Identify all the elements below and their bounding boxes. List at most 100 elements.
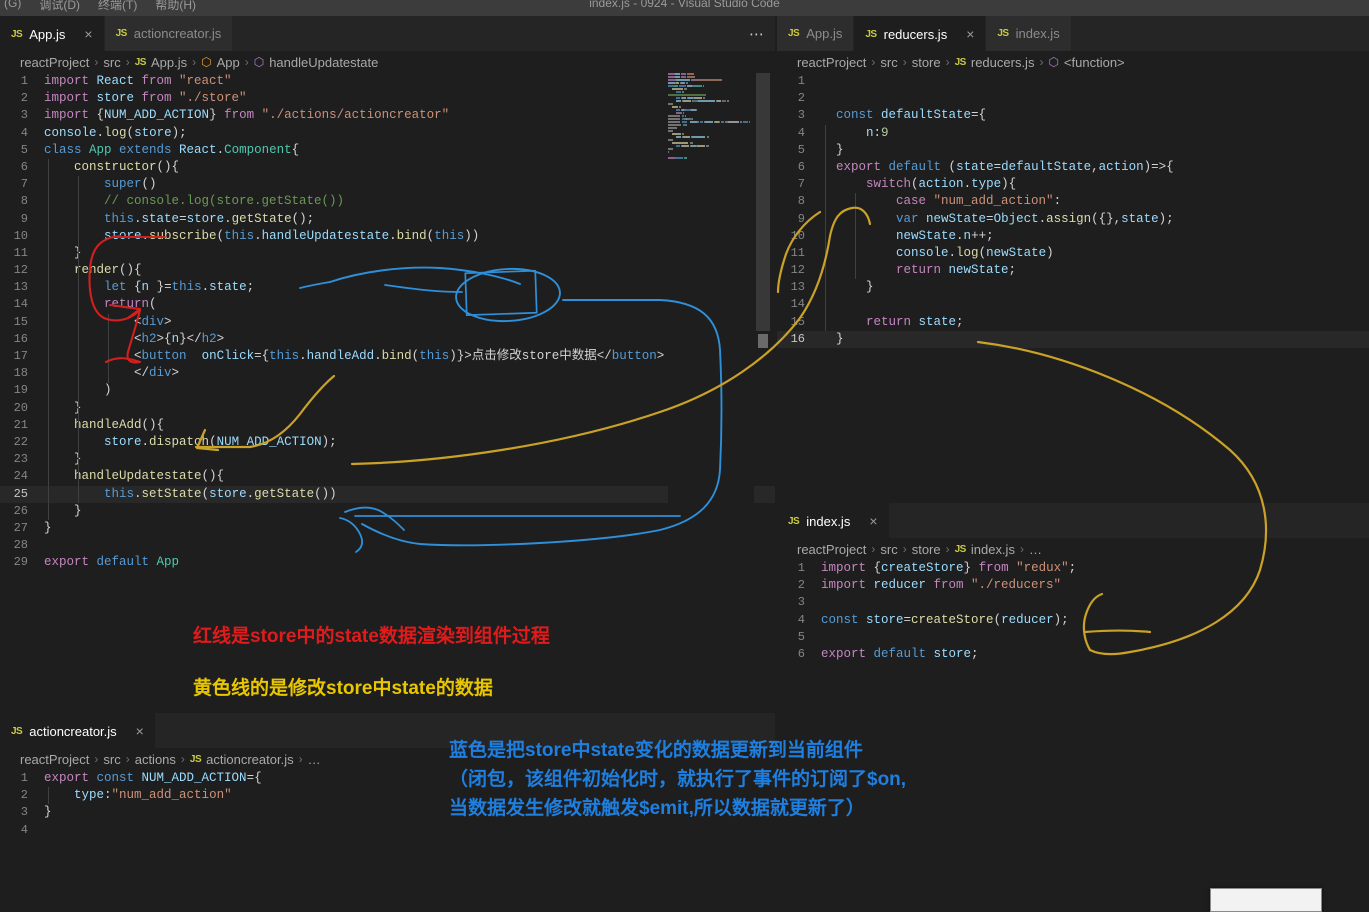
code-line[interactable]: 9 this.state=store.getState(); bbox=[0, 211, 775, 228]
code-line[interactable]: 4 bbox=[0, 822, 775, 839]
code-line[interactable]: 16 } bbox=[777, 331, 1369, 348]
code-line[interactable]: 8 // console.log(store.getState()) bbox=[0, 193, 775, 210]
code-editor-right-bottom[interactable]: 1import {createStore} from "redux";2impo… bbox=[777, 560, 1369, 905]
breadcrumb-item[interactable]: App.js bbox=[151, 55, 187, 70]
breadcrumb-item[interactable]: reactProject bbox=[20, 55, 89, 70]
code-line[interactable]: 27} bbox=[0, 520, 775, 537]
tab-actioncreator-js[interactable]: JSactioncreator.js× bbox=[0, 713, 156, 748]
breadcrumb-item[interactable]: actions bbox=[135, 752, 176, 767]
breadcrumb-right-top[interactable]: reactProject›src›store›JSreducers.js›⬡<f… bbox=[777, 51, 1369, 73]
code-line[interactable]: 11 console.log(newState) bbox=[777, 245, 1369, 262]
tab-App-js[interactable]: JSApp.js bbox=[777, 16, 854, 51]
code-editor-right-top[interactable]: 123 const defaultState={4 n:95 }6 export… bbox=[777, 73, 1369, 500]
breadcrumb-item[interactable]: reactProject bbox=[797, 542, 866, 557]
minimap-line bbox=[668, 145, 754, 147]
code-line[interactable]: 4 n:9 bbox=[777, 125, 1369, 142]
code-line[interactable]: 22 store.dispatch(NUM_ADD_ACTION); bbox=[0, 434, 775, 451]
breadcrumb-item[interactable]: reducers.js bbox=[971, 55, 1035, 70]
scrollbar-left-vertical[interactable] bbox=[756, 73, 770, 331]
close-icon[interactable]: × bbox=[966, 27, 974, 41]
breadcrumb-item[interactable]: <function> bbox=[1064, 55, 1125, 70]
breadcrumb-item[interactable]: src bbox=[103, 752, 120, 767]
code-line[interactable]: 2 bbox=[777, 90, 1369, 107]
code-line[interactable]: 14 return( bbox=[0, 296, 775, 313]
code-line[interactable]: 19 ) bbox=[0, 382, 775, 399]
code-line[interactable]: 18 </div> bbox=[0, 365, 775, 382]
close-icon[interactable]: × bbox=[84, 27, 92, 41]
code-line[interactable]: 21 handleAdd(){ bbox=[0, 417, 775, 434]
code-line[interactable]: 1import {createStore} from "redux"; bbox=[777, 560, 1369, 577]
breadcrumb-item[interactable]: store bbox=[912, 542, 941, 557]
code-line[interactable]: 3 const defaultState={ bbox=[777, 107, 1369, 124]
breadcrumb-item[interactable]: handleUpdatestate bbox=[269, 55, 378, 70]
minimap-left[interactable] bbox=[668, 73, 754, 653]
breadcrumb-item[interactable]: … bbox=[1029, 542, 1042, 557]
code-line[interactable]: 5 bbox=[777, 629, 1369, 646]
code-line[interactable]: 17 <button onClick={this.handleAdd.bind(… bbox=[0, 348, 775, 365]
code-line[interactable]: 13 } bbox=[777, 279, 1369, 296]
breadcrumb-item[interactable]: … bbox=[308, 752, 321, 767]
breadcrumb-item[interactable]: reactProject bbox=[20, 752, 89, 767]
code-line[interactable]: 10 store.subscribe(this.handleUpdatestat… bbox=[0, 228, 775, 245]
code-line[interactable]: 15 <div> bbox=[0, 314, 775, 331]
breadcrumb-left[interactable]: reactProject›src›JSApp.js›⬡App›⬡handleUp… bbox=[0, 51, 775, 73]
code-line[interactable]: 7 super() bbox=[0, 176, 775, 193]
code-line[interactable]: 3 bbox=[777, 594, 1369, 611]
tab-reducers-js[interactable]: JSreducers.js× bbox=[854, 16, 986, 51]
code-line[interactable]: 13 let {n }=this.state; bbox=[0, 279, 775, 296]
code-line[interactable]: 4const store=createStore(reducer); bbox=[777, 612, 1369, 629]
code-line[interactable]: 9 var newState=Object.assign({},state); bbox=[777, 211, 1369, 228]
code-line[interactable]: 15 return state; bbox=[777, 314, 1369, 331]
code-line[interactable]: 4console.log(store); bbox=[0, 125, 775, 142]
breadcrumb-item[interactable]: src bbox=[880, 542, 897, 557]
code-line[interactable]: 5 } bbox=[777, 142, 1369, 159]
code-line[interactable]: 24 handleUpdatestate(){ bbox=[0, 468, 775, 485]
tab-bar-right-bottom[interactable]: JSindex.js× bbox=[777, 503, 1369, 538]
code-line[interactable]: 1import React from "react" bbox=[0, 73, 775, 90]
tab-index-js[interactable]: JSindex.js bbox=[986, 16, 1071, 51]
tab-bar-right-top[interactable]: JSApp.jsJSreducers.js×JSindex.js bbox=[777, 16, 1369, 51]
code-line[interactable]: 12 render(){ bbox=[0, 262, 775, 279]
code-line[interactable]: 3import {NUM_ADD_ACTION} from "./actions… bbox=[0, 107, 775, 124]
notification-popup[interactable] bbox=[1210, 888, 1322, 912]
breadcrumb-right-bottom[interactable]: reactProject›src›store›JSindex.js›… bbox=[777, 538, 1369, 560]
code-token: )) bbox=[464, 229, 479, 243]
scrollbar-left-decoration[interactable] bbox=[758, 334, 768, 348]
code-line[interactable]: 12 return newState; bbox=[777, 262, 1369, 279]
tab-App-js[interactable]: JSApp.js× bbox=[0, 16, 105, 51]
code-line[interactable]: 20 } bbox=[0, 400, 775, 417]
code-line[interactable]: 23 } bbox=[0, 451, 775, 468]
code-line[interactable]: 26 } bbox=[0, 503, 775, 520]
breadcrumb-item[interactable]: src bbox=[880, 55, 897, 70]
breadcrumb-item[interactable]: store bbox=[912, 55, 941, 70]
breadcrumb-item[interactable]: src bbox=[103, 55, 120, 70]
code-line[interactable]: 5class App extends React.Component{ bbox=[0, 142, 775, 159]
code-line[interactable]: 2import reducer from "./reducers" bbox=[777, 577, 1369, 594]
tab-overflow-icon[interactable]: ⋯ bbox=[749, 25, 765, 43]
code-line[interactable]: 10 newState.n++; bbox=[777, 228, 1369, 245]
code-token: ; bbox=[956, 315, 964, 329]
breadcrumb-item[interactable]: reactProject bbox=[797, 55, 866, 70]
breadcrumb-item[interactable]: actioncreator.js bbox=[206, 752, 293, 767]
code-editor-left[interactable]: 1import React from "react"2import store … bbox=[0, 73, 775, 710]
code-line[interactable]: 28 bbox=[0, 537, 775, 554]
code-line[interactable]: 6export default store; bbox=[777, 646, 1369, 663]
code-line[interactable]: 16 <h2>{n}</h2> bbox=[0, 331, 775, 348]
breadcrumb-item[interactable]: App bbox=[217, 55, 240, 70]
breadcrumb-item[interactable]: index.js bbox=[971, 542, 1015, 557]
code-line[interactable]: 29export default App bbox=[0, 554, 775, 571]
code-line[interactable]: 8 case "num_add_action": bbox=[777, 193, 1369, 210]
code-line[interactable]: 11 } bbox=[0, 245, 775, 262]
code-line[interactable]: 7 switch(action.type){ bbox=[777, 176, 1369, 193]
code-line[interactable]: 1 bbox=[777, 73, 1369, 90]
code-line[interactable]: 6 constructor(){ bbox=[0, 159, 775, 176]
tab-index-js[interactable]: JSindex.js× bbox=[777, 503, 890, 538]
code-line[interactable]: 14 bbox=[777, 296, 1369, 313]
close-icon[interactable]: × bbox=[136, 724, 144, 738]
tab-bar-left[interactable]: JSApp.js×JSactioncreator.js ⋯ bbox=[0, 16, 775, 51]
code-line[interactable]: 2import store from "./store" bbox=[0, 90, 775, 107]
close-icon[interactable]: × bbox=[869, 514, 877, 528]
tab-actioncreator-js[interactable]: JSactioncreator.js bbox=[105, 16, 234, 51]
code-line[interactable]: 6 export default (state=defaultState,act… bbox=[777, 159, 1369, 176]
code-line[interactable]: 25 this.setState(store.getState()) bbox=[0, 486, 775, 503]
